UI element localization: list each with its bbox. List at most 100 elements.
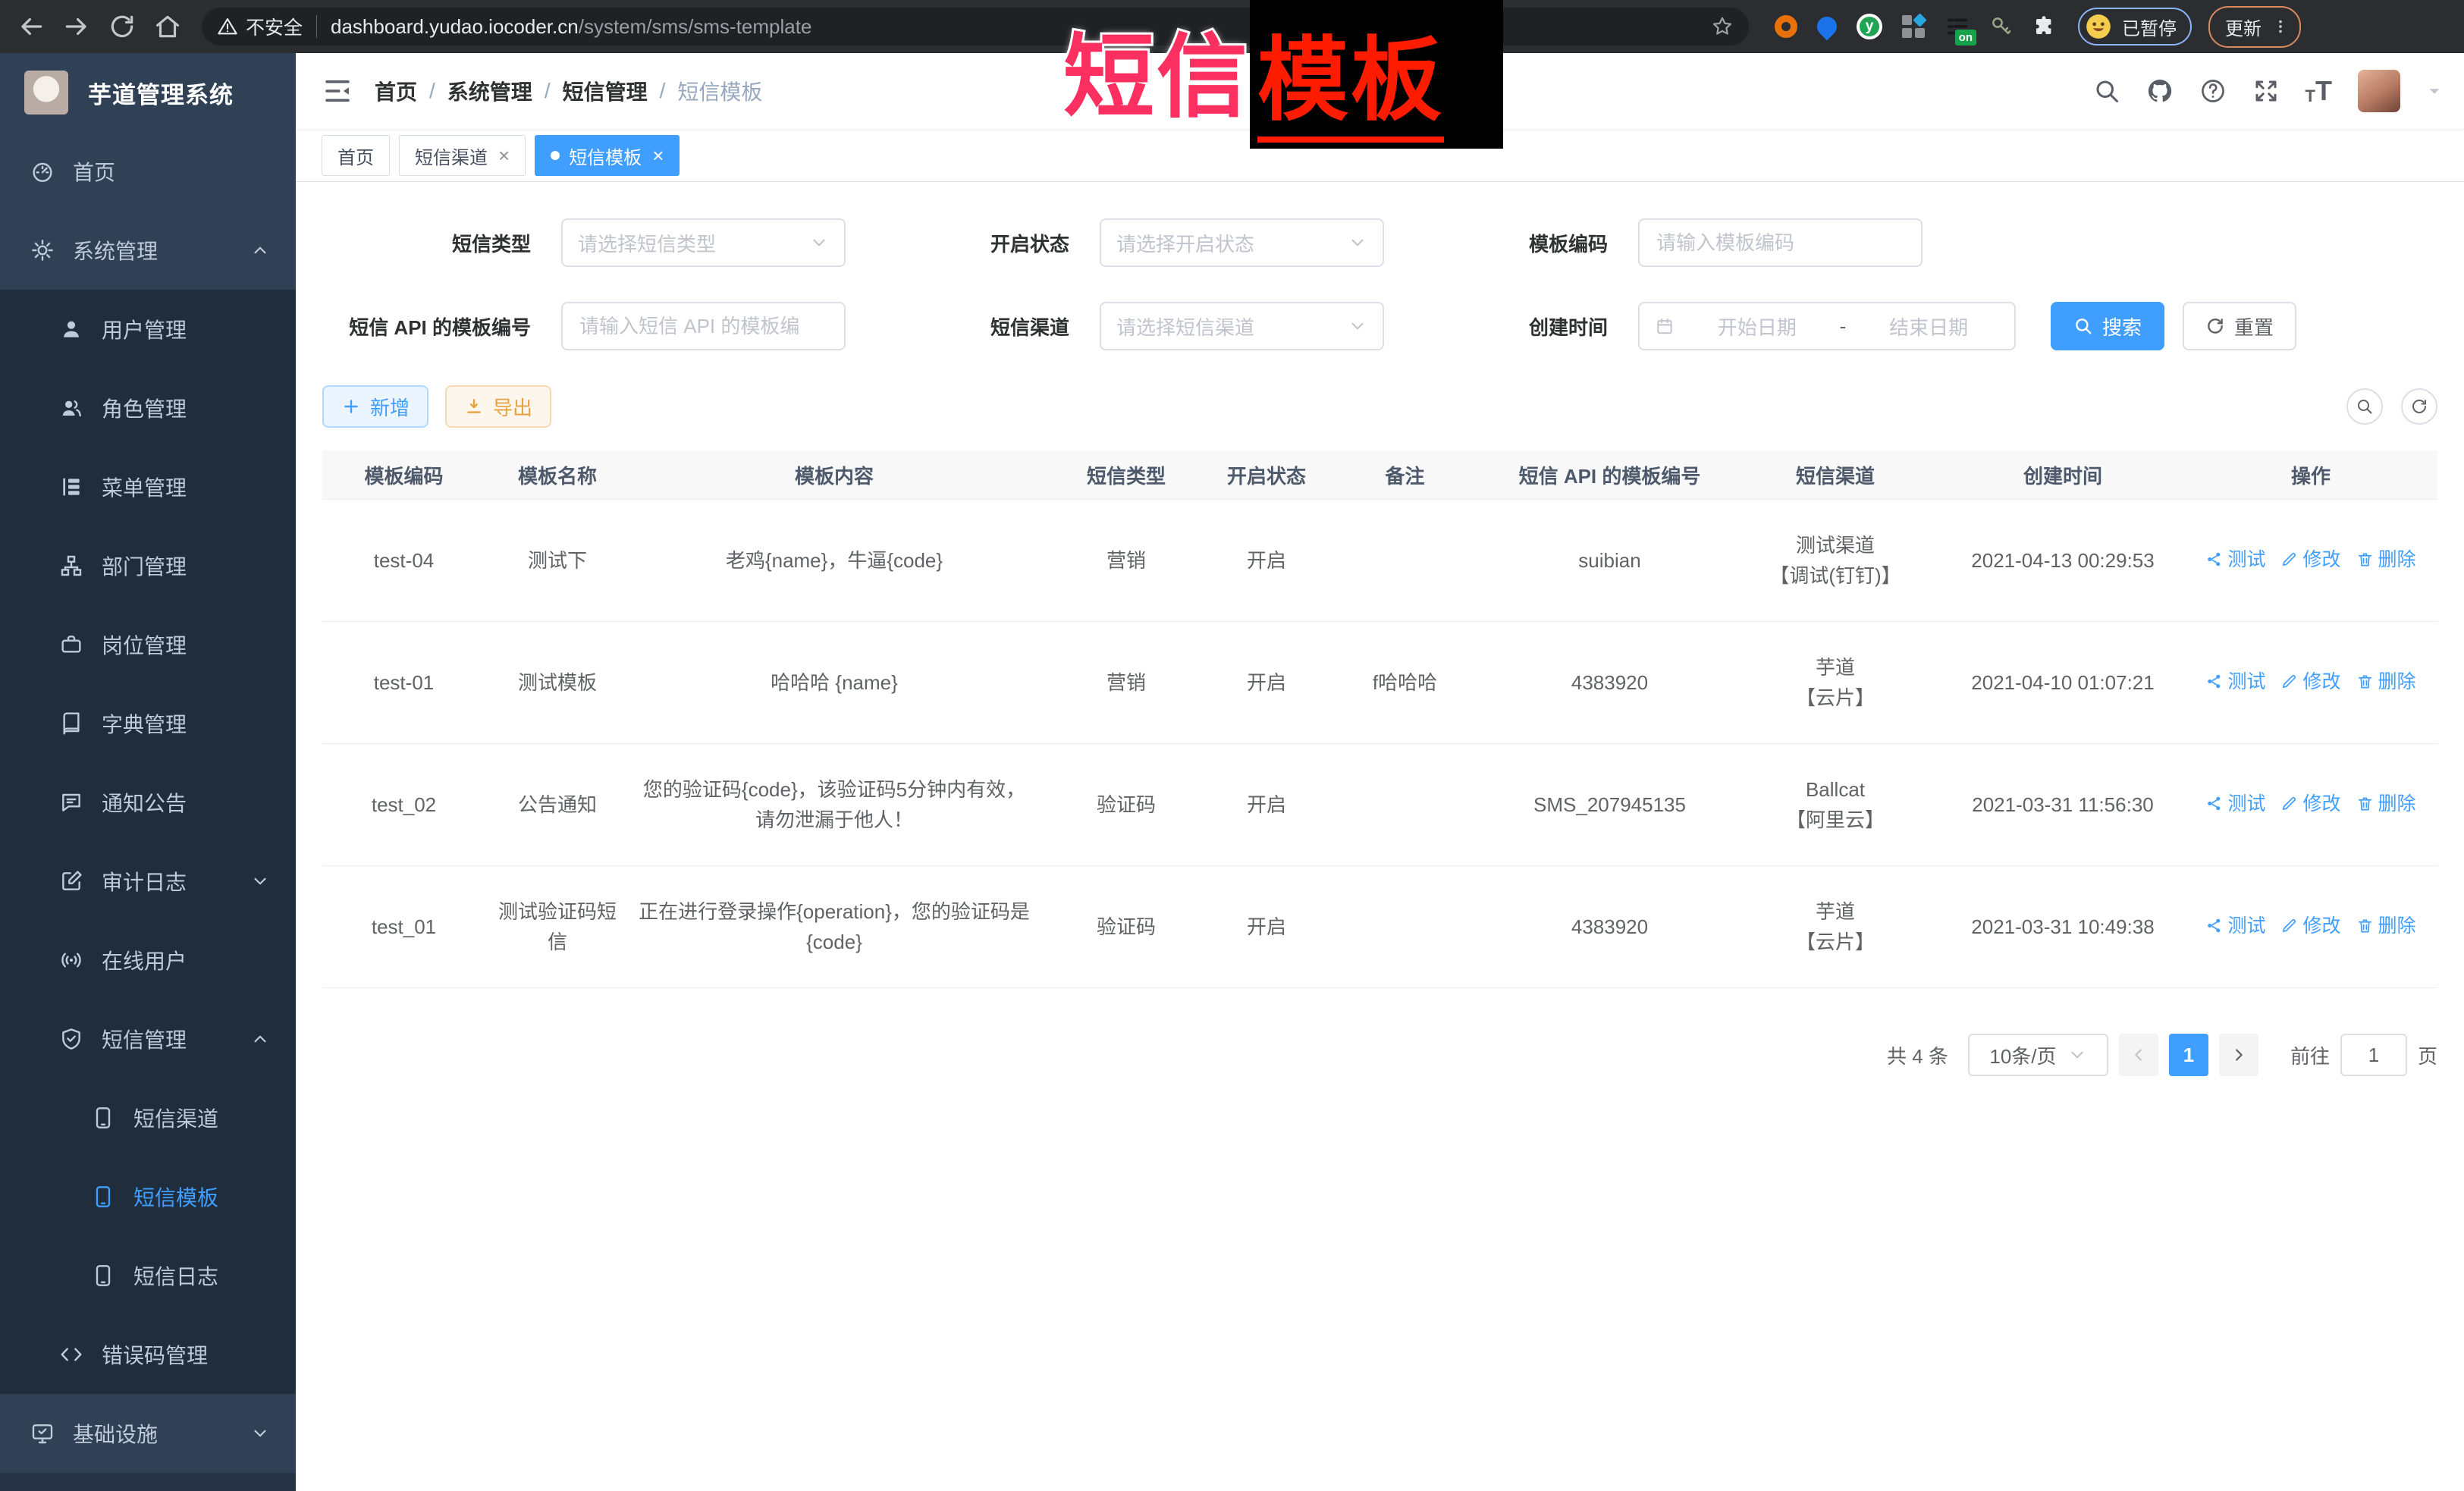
reset-button[interactable]: 重置 [2183,302,2296,350]
open-status-select[interactable]: 请选择开启状态 [1100,218,1384,267]
sidebar-item-menus[interactable]: 菜单管理 [0,447,296,526]
extension-grid-icon[interactable] [1902,15,1925,38]
reload-icon[interactable] [108,12,137,41]
share-icon [2205,795,2223,812]
sidebar-item-sms-template[interactable]: 短信模板 [0,1157,296,1236]
sidebar-item-label: 岗位管理 [102,629,187,660]
tab-home[interactable]: 首页 [322,135,390,176]
cell-channel: 测试渠道【调试(钉钉)】 [1729,500,1941,622]
avatar-caret-icon[interactable] [2426,83,2443,99]
sidebar-item-online-users[interactable]: 在线用户 [0,921,296,1000]
prev-page-button[interactable] [2119,1034,2158,1076]
sidebar-item-label: 短信日志 [133,1260,218,1291]
sms-type-select[interactable]: 请选择短信类型 [561,218,846,267]
extension-key-icon[interactable] [1990,15,2013,38]
sidebar-item-posts[interactable]: 岗位管理 [0,605,296,684]
edit-link[interactable]: 修改 [2280,545,2340,575]
sidebar-item-home[interactable]: 首页 [0,132,296,211]
extension-ring-icon[interactable] [1775,15,1797,38]
browser-update-button[interactable]: 更新 [2208,6,2301,48]
bookmark-star-icon[interactable] [1711,15,1734,38]
add-button[interactable]: 新增 [322,385,428,428]
test-link[interactable]: 测试 [2205,911,2265,941]
goto-page-input[interactable] [2340,1034,2407,1076]
app-logo-row[interactable]: 芋道管理系统 [0,53,296,132]
sidebar-item-sms-channel[interactable]: 短信渠道 [0,1078,296,1157]
test-link[interactable]: 测试 [2205,667,2265,697]
monitor-check-icon [30,1421,55,1445]
template-code-input[interactable] [1655,231,1906,256]
filter-label: 短信渠道 [861,312,1069,341]
date-range-picker[interactable]: 开始日期 - 结束日期 [1638,302,2016,350]
refresh-table-button[interactable] [2401,388,2437,425]
edit-link[interactable]: 修改 [2280,911,2340,941]
sidebar-item-notices[interactable]: 通知公告 [0,763,296,842]
back-icon[interactable] [17,12,46,41]
url-text: dashboard.yudao.iocoder.cn/system/sms/sm… [331,15,811,39]
breadcrumb-sms[interactable]: 短信管理 [563,76,648,106]
extension-green-icon[interactable]: y [1857,14,1882,39]
delete-link[interactable]: 删除 [2356,667,2416,697]
extension-list-icon[interactable]: on [1945,14,1970,39]
search-button[interactable]: 搜索 [2051,302,2164,350]
next-page-button[interactable] [2219,1034,2258,1076]
toggle-search-button[interactable] [2346,388,2383,425]
sidebar-item-sms[interactable]: 短信管理 [0,1000,296,1078]
export-button[interactable]: 导出 [445,385,551,428]
add-button-label: 新增 [370,393,410,421]
delete-link[interactable]: 删除 [2356,545,2416,575]
filter-label: 模板编码 [1399,229,1608,257]
extensions-puzzle-icon[interactable] [2032,15,2055,38]
sidebar-item-infra[interactable]: 基础设施 [0,1394,296,1473]
user-avatar[interactable] [2358,70,2400,112]
address-bar[interactable]: 不安全 dashboard.yudao.iocoder.cn/system/sm… [202,8,1749,46]
delete-link[interactable]: 删除 [2356,911,2416,941]
test-link[interactable]: 测试 [2205,789,2265,819]
sidebar-item-departments[interactable]: 部门管理 [0,526,296,605]
select-placeholder: 请选择短信类型 [578,229,716,257]
font-size-icon[interactable]: TT [2305,77,2332,105]
sidebar-item-system[interactable]: 系统管理 [0,211,296,290]
page-size-select[interactable]: 10条/页 [1968,1034,2108,1076]
tab-sms-template[interactable]: 短信模板× [535,135,680,176]
page-number-1[interactable]: 1 [2169,1034,2208,1076]
col-create-time: 创建时间 [1941,450,2184,500]
delete-link[interactable]: 删除 [2356,789,2416,819]
fullscreen-icon[interactable] [2252,77,2280,105]
sidebar-item-roles[interactable]: 角色管理 [0,369,296,447]
browser-profile[interactable]: 已暂停 [2078,8,2192,46]
tab-sms-channel[interactable]: 短信渠道× [399,135,526,176]
sidebar-item-sms-log[interactable]: 短信日志 [0,1236,296,1315]
sidebar-item-error-codes[interactable]: 错误码管理 [0,1315,296,1394]
test-link[interactable]: 测试 [2205,545,2265,575]
edit-link[interactable]: 修改 [2280,789,2340,819]
browser-menu-icon[interactable] [2272,18,2289,35]
forward-icon[interactable] [62,12,91,41]
extension-drop-icon[interactable] [1813,13,1841,41]
refresh-icon [2410,397,2428,416]
sidebar-item-dict[interactable]: 字典管理 [0,684,296,763]
home-icon[interactable] [153,12,182,41]
col-template-code: 模板编码 [322,450,485,500]
chevron-left-icon [2130,1047,2147,1063]
plus-icon [341,397,361,416]
security-warning[interactable]: 不安全 [217,13,303,40]
book-icon [59,711,83,736]
sidebar-item-audit-log[interactable]: 审计日志 [0,842,296,921]
sidebar-fold-icon[interactable] [322,75,353,107]
chevron-down-icon [1348,316,1367,336]
sms-channel-select[interactable]: 请选择短信渠道 [1100,302,1384,350]
api-template-id-input[interactable] [578,314,829,339]
close-icon[interactable]: × [652,146,664,165]
edit-link[interactable]: 修改 [2280,667,2340,697]
breadcrumb-home[interactable]: 首页 [375,76,417,106]
cell-actions: 测试修改删除 [2184,622,2437,744]
select-placeholder: 请选择开启状态 [1116,229,1254,257]
breadcrumb-system[interactable]: 系统管理 [447,76,532,106]
sidebar-item-users[interactable]: 用户管理 [0,290,296,369]
github-icon[interactable] [2146,77,2174,105]
close-icon[interactable]: × [498,146,510,165]
cell-name: 测试验证码短信 [485,866,629,988]
help-icon[interactable] [2199,77,2227,105]
search-icon[interactable] [2093,77,2120,105]
